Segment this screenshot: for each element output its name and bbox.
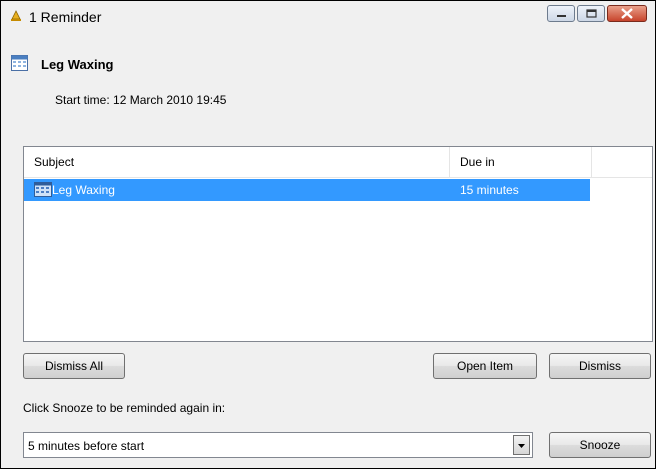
list-header: Subject Due in xyxy=(24,147,652,178)
snooze-button[interactable]: Snooze xyxy=(549,432,651,458)
item-title: Leg Waxing xyxy=(41,57,114,72)
title-bar[interactable]: 1 Reminder xyxy=(1,1,655,33)
column-header-subject[interactable]: Subject xyxy=(24,147,450,177)
reminder-list[interactable]: Subject Due in Leg Waxing 15 minutes xyxy=(23,146,653,342)
column-header-label: Subject xyxy=(34,155,75,169)
maximize-button[interactable] xyxy=(577,5,605,22)
maximize-icon xyxy=(586,9,597,18)
column-header-label: Due in xyxy=(460,155,495,169)
snooze-time-value: 5 minutes before start xyxy=(28,439,145,453)
reminder-window: 1 Reminder Leg Waxing Start time: 12 Mar… xyxy=(0,0,656,469)
minimize-button[interactable] xyxy=(547,5,575,22)
reminder-bell-icon xyxy=(11,10,21,21)
window-controls xyxy=(547,5,647,23)
calendar-icon xyxy=(34,182,52,197)
calendar-icon xyxy=(11,55,28,71)
minimize-icon xyxy=(557,15,566,17)
column-header-due-in[interactable]: Due in xyxy=(450,147,592,177)
list-item[interactable]: Leg Waxing 15 minutes xyxy=(24,179,590,201)
row-subject: Leg Waxing xyxy=(52,183,115,197)
snooze-label: Click Snooze to be reminded again in: xyxy=(23,401,226,415)
window-title: 1 Reminder xyxy=(29,9,102,25)
start-time: Start time: 12 March 2010 19:45 xyxy=(55,93,227,107)
dropdown-button[interactable] xyxy=(513,435,530,455)
close-button[interactable] xyxy=(607,5,647,22)
chevron-down-icon xyxy=(518,444,525,448)
open-item-button[interactable]: Open Item xyxy=(433,353,537,379)
dismiss-button[interactable]: Dismiss xyxy=(549,353,651,379)
dismiss-all-button[interactable]: Dismiss All xyxy=(23,353,125,379)
snooze-time-select[interactable]: 5 minutes before start xyxy=(23,432,533,458)
row-due-in: 15 minutes xyxy=(460,183,519,197)
close-icon xyxy=(621,8,633,19)
